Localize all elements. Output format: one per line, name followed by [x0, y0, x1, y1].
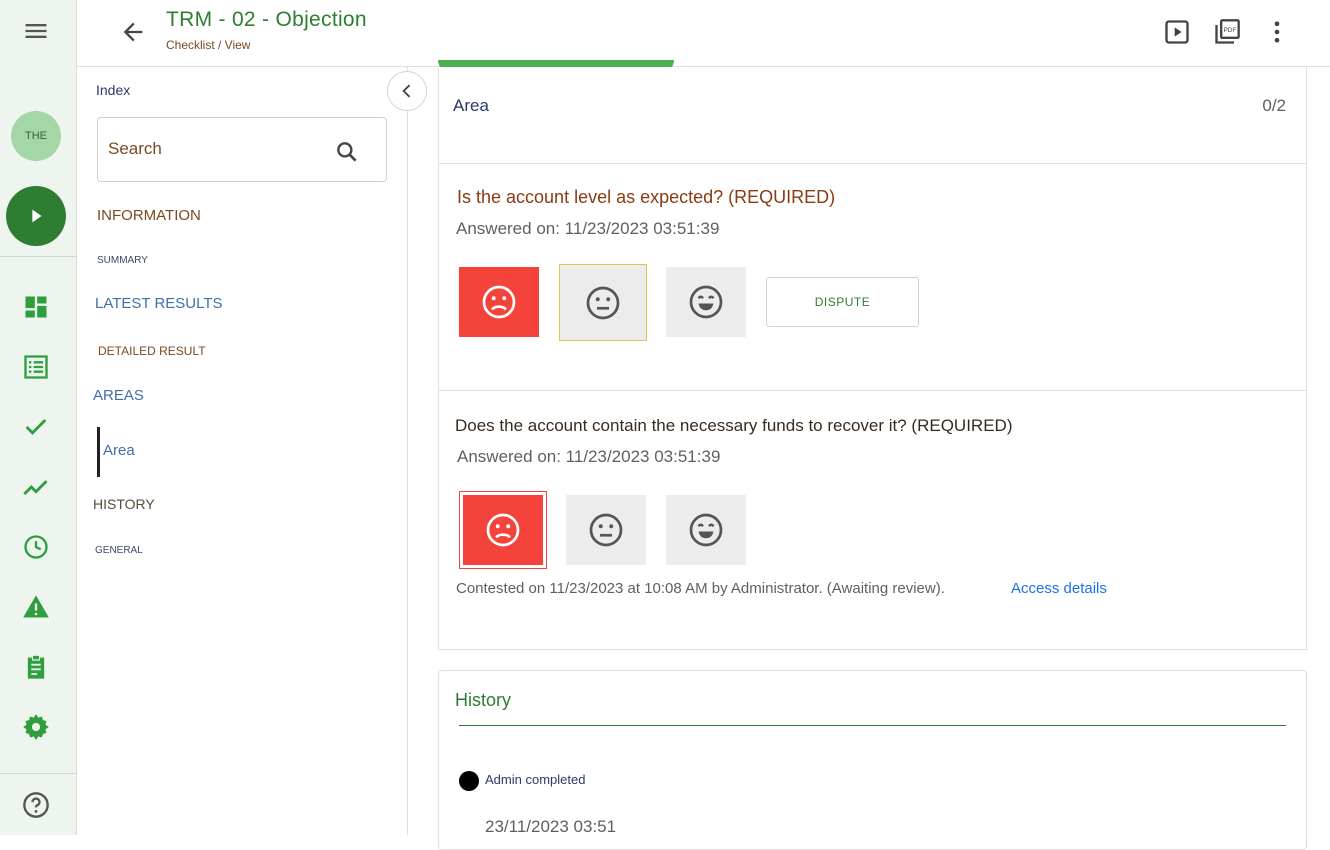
history-card: History Admin completed 23/11/2023 03:51 — [438, 670, 1307, 850]
dispute-button[interactable]: DISPUTE — [766, 277, 919, 327]
divider — [439, 390, 1306, 391]
page-title: TRM - 02 - Objection — [166, 8, 367, 31]
neutral-face-icon — [589, 513, 623, 547]
active-indicator — [97, 427, 100, 477]
sidebar-item-summary[interactable]: SUMMARY — [97, 255, 148, 266]
sad-face-icon — [486, 513, 520, 547]
collapse-sidebar-button[interactable] — [387, 71, 427, 111]
history-title: History — [455, 690, 512, 710]
top-bar: TRM - 02 - Objection Checklist / View PD… — [77, 0, 1330, 67]
divider — [439, 163, 1306, 164]
sad-face-icon — [482, 285, 516, 319]
sad-face-button[interactable] — [459, 267, 539, 337]
avatar[interactable]: THE — [11, 111, 61, 161]
trend-icon[interactable] — [21, 472, 51, 502]
happy-face-icon — [689, 513, 723, 547]
sidebar-item-areas[interactable]: AREAS — [93, 387, 144, 404]
access-details-link[interactable]: Access details — [1011, 580, 1107, 597]
answered-on: Answered on: 11/23/2023 03:51:39 — [456, 219, 720, 238]
svg-text:PDF: PDF — [1224, 27, 1237, 34]
sidebar-item-information[interactable]: INFORMATION — [97, 207, 201, 224]
timeline-dot — [459, 771, 479, 791]
rail-divider — [0, 773, 77, 774]
sidebar-item-history[interactable]: HISTORY — [93, 496, 155, 512]
dashboard-icon[interactable] — [21, 292, 51, 322]
index-label: Index — [96, 82, 131, 98]
search-placeholder: Search — [108, 139, 162, 158]
slideshow-icon[interactable] — [1163, 18, 1191, 46]
chevron-left-icon — [402, 84, 411, 98]
checklist-icon[interactable] — [21, 352, 51, 382]
check-icon[interactable] — [21, 412, 51, 442]
sidebar-item-detailed-result[interactable]: DETAILED RESULT — [98, 344, 206, 358]
question-text: Does the account contain the necessary f… — [455, 416, 1013, 435]
rail-divider — [0, 256, 77, 257]
area-name: Area — [453, 96, 489, 115]
history-entry-date: 23/11/2023 03:51 — [485, 817, 617, 836]
play-icon — [32, 209, 42, 223]
sad-face-button[interactable] — [459, 491, 547, 569]
area-score: 0/2 — [1262, 96, 1286, 115]
sidebar-item-general[interactable]: GENERAL — [95, 545, 143, 556]
happy-face-icon — [689, 285, 723, 319]
play-button[interactable] — [6, 186, 66, 246]
contested-note: Contested on 11/23/2023 at 10:08 AM by A… — [456, 580, 945, 597]
happy-face-button[interactable] — [666, 267, 746, 337]
neutral-face-icon — [586, 286, 620, 319]
question-text: Is the account level as expected? (REQUI… — [457, 187, 836, 207]
breadcrumb: Checklist / View — [166, 38, 251, 52]
search-icon[interactable] — [334, 139, 360, 165]
gear-icon[interactable] — [21, 712, 51, 742]
history-entry-label: Admin completed — [485, 772, 586, 787]
history-underline — [459, 725, 1286, 726]
help-icon[interactable] — [21, 790, 51, 820]
warning-icon[interactable] — [21, 592, 51, 622]
clipboard-icon[interactable] — [21, 652, 51, 682]
pdf-icon[interactable]: PDF — [1213, 18, 1241, 46]
clock-icon[interactable] — [21, 532, 51, 562]
search-input[interactable]: Search — [97, 117, 387, 182]
index-sidebar: Index Search INFORMATION SUMMARY LATEST … — [77, 67, 408, 835]
back-arrow-icon[interactable] — [119, 18, 147, 46]
neutral-face-button[interactable] — [559, 264, 647, 341]
sidebar-item-latest-results[interactable]: LATEST RESULTS — [95, 295, 223, 312]
nav-rail: THE — [0, 0, 77, 835]
happy-face-button[interactable] — [666, 495, 746, 565]
area-card: Area 0/2 Is the account level as expecte… — [438, 67, 1307, 650]
sidebar-item-area[interactable]: Area — [103, 442, 135, 459]
menu-icon[interactable] — [21, 16, 51, 46]
neutral-face-button[interactable] — [566, 495, 646, 565]
more-vert-icon[interactable] — [1263, 18, 1291, 46]
answered-on: Answered on: 11/23/2023 03:51:39 — [457, 447, 721, 466]
